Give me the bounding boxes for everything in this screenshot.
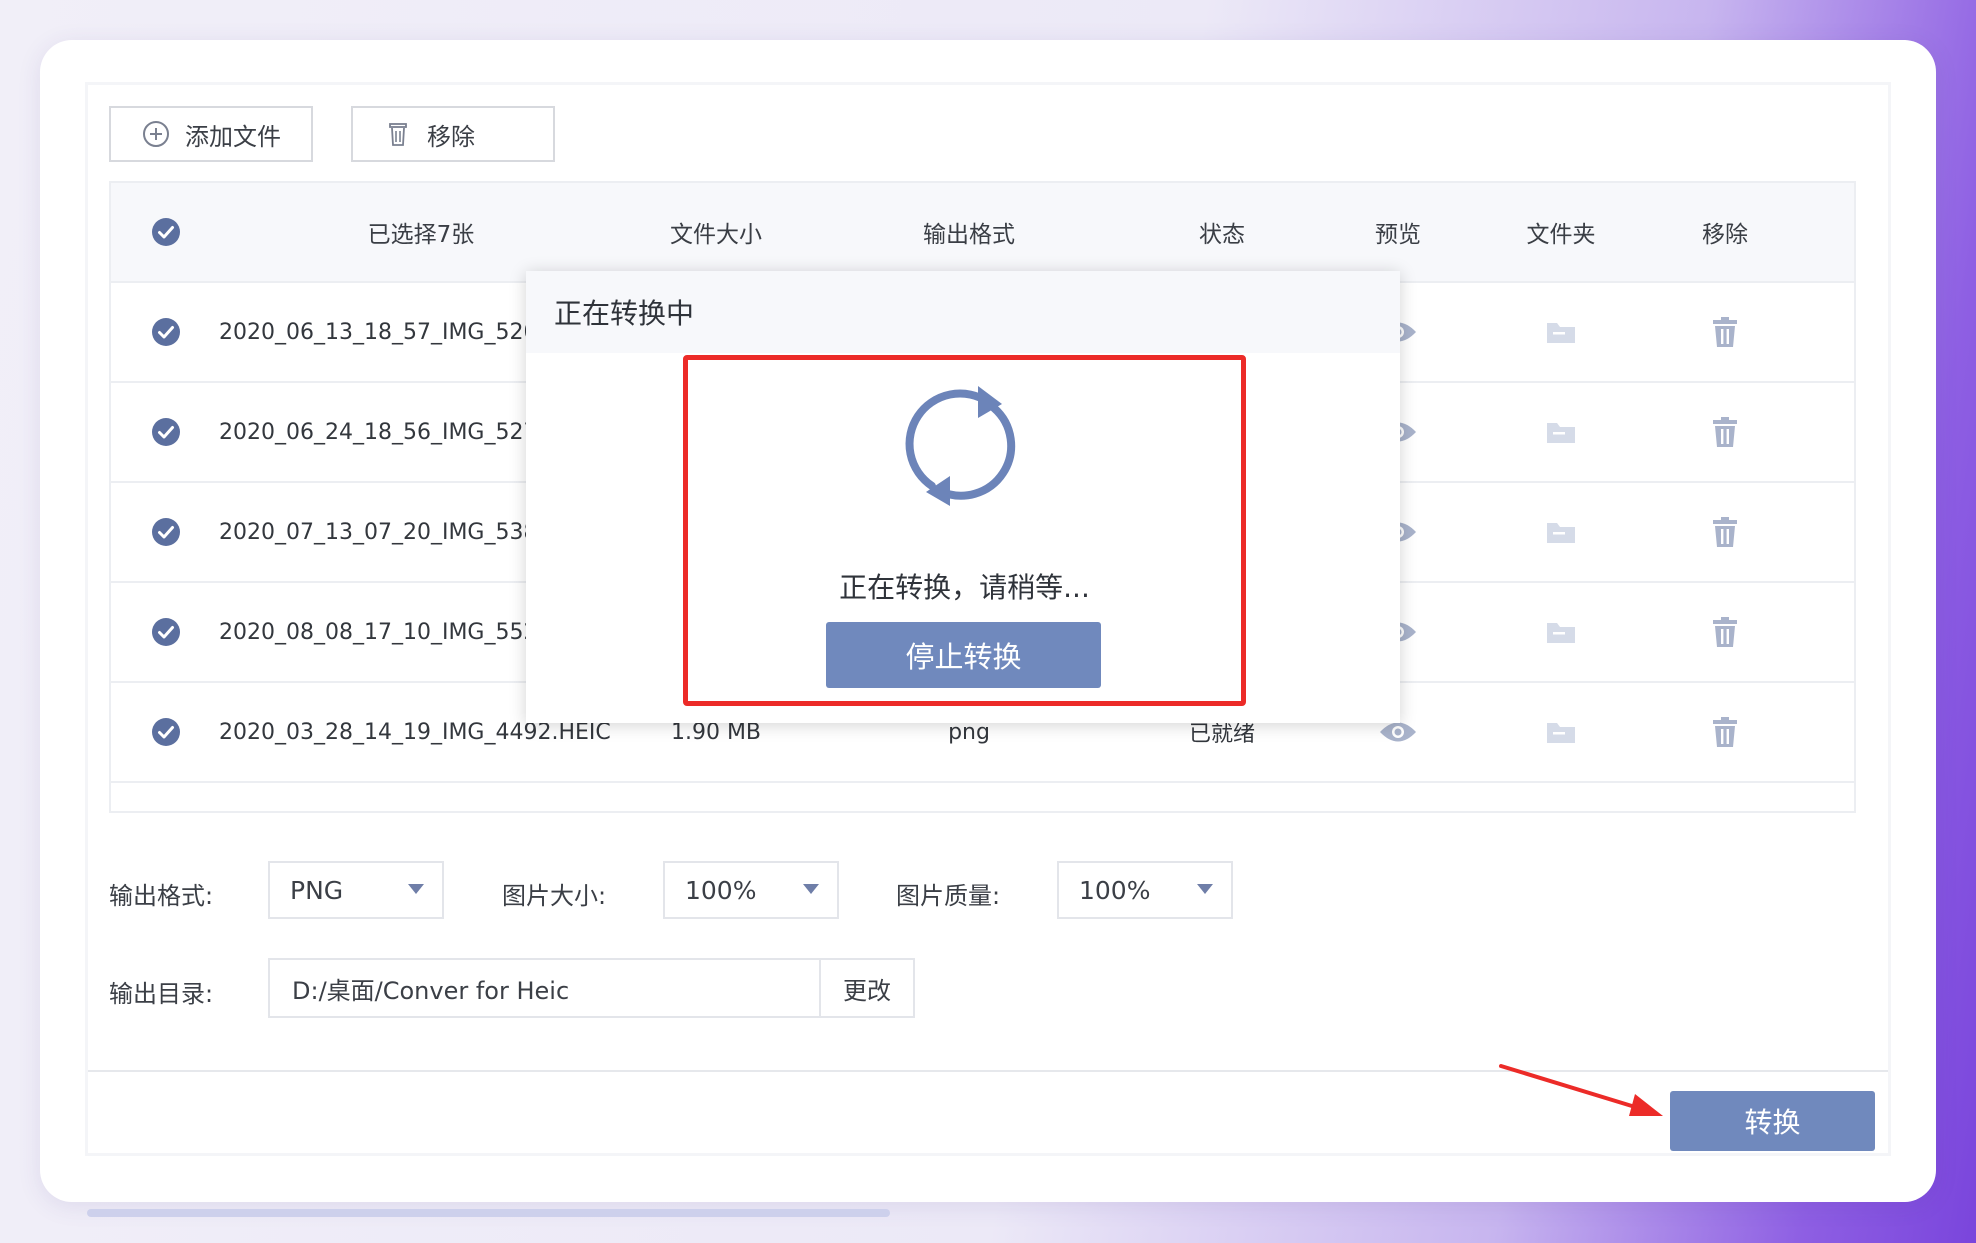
header-selected: 已选择7张 xyxy=(367,222,475,248)
folder-icon[interactable] xyxy=(1501,283,1621,381)
row-checkbox[interactable] xyxy=(151,517,181,547)
add-files-button[interactable]: 添加文件 xyxy=(109,106,313,162)
output-format-select[interactable]: PNG xyxy=(268,861,444,919)
delete-row-icon[interactable] xyxy=(1665,683,1785,781)
dialog-header: 正在转换中 xyxy=(526,271,1400,353)
convert-button[interactable]: 转换 xyxy=(1670,1091,1875,1151)
output-format-label: 输出格式: xyxy=(109,882,214,910)
remove-label: 移除 xyxy=(427,122,475,151)
change-dir-label: 更改 xyxy=(843,976,891,1005)
row-checkbox[interactable] xyxy=(151,417,181,447)
header-file-size: 文件大小 xyxy=(670,222,762,248)
image-quality-select[interactable]: 100% xyxy=(1057,861,1233,919)
image-size-select[interactable]: 100% xyxy=(663,861,839,919)
dropdown-caret-icon xyxy=(1197,884,1213,894)
change-dir-button[interactable]: 更改 xyxy=(819,958,915,1018)
output-dir-field[interactable]: D:/桌面/Conver for Heic xyxy=(268,958,821,1018)
convert-label: 转换 xyxy=(1744,1106,1801,1139)
header-folder: 文件夹 xyxy=(1526,222,1596,248)
output-format-value: PNG xyxy=(290,875,344,905)
row-checkbox[interactable] xyxy=(151,717,181,747)
plus-circle-icon xyxy=(143,121,169,147)
header-preview: 预览 xyxy=(1375,222,1421,248)
image-size-value: 100% xyxy=(685,875,757,905)
delete-row-icon[interactable] xyxy=(1665,483,1785,581)
image-quality-label: 图片质量: xyxy=(896,882,1001,910)
header-remove: 移除 xyxy=(1702,222,1748,248)
image-size-label: 图片大小: xyxy=(502,882,607,910)
output-dir-value: D:/桌面/Conver for Heic xyxy=(292,976,570,1005)
table-header: 已选择7张 文件大小 输出格式 状态 预览 文件夹 移除 xyxy=(111,183,1854,283)
select-all-checkbox[interactable] xyxy=(151,217,181,247)
annotation-highlight-box xyxy=(683,355,1246,706)
trash-icon xyxy=(389,123,407,146)
folder-icon[interactable] xyxy=(1501,683,1621,781)
row-checkbox[interactable] xyxy=(151,317,181,347)
header-output-format: 输出格式 xyxy=(923,222,1015,248)
remove-button[interactable]: 移除 xyxy=(351,106,555,162)
dropdown-caret-icon xyxy=(803,884,819,894)
folder-icon[interactable] xyxy=(1501,583,1621,681)
dialog-title: 正在转换中 xyxy=(554,297,695,330)
header-status: 状态 xyxy=(1199,222,1245,248)
delete-row-icon[interactable] xyxy=(1665,583,1785,681)
row-checkbox[interactable] xyxy=(151,617,181,647)
folder-icon[interactable] xyxy=(1501,483,1621,581)
delete-row-icon[interactable] xyxy=(1665,283,1785,381)
annotation-arrow-icon xyxy=(1499,1064,1663,1116)
dropdown-caret-icon xyxy=(408,884,424,894)
horizontal-scrollbar[interactable] xyxy=(87,1209,890,1217)
output-dir-label: 输出目录: xyxy=(109,980,214,1008)
folder-icon[interactable] xyxy=(1501,383,1621,481)
add-files-label: 添加文件 xyxy=(185,122,281,151)
delete-row-icon[interactable] xyxy=(1665,383,1785,481)
image-quality-value: 100% xyxy=(1079,875,1151,905)
